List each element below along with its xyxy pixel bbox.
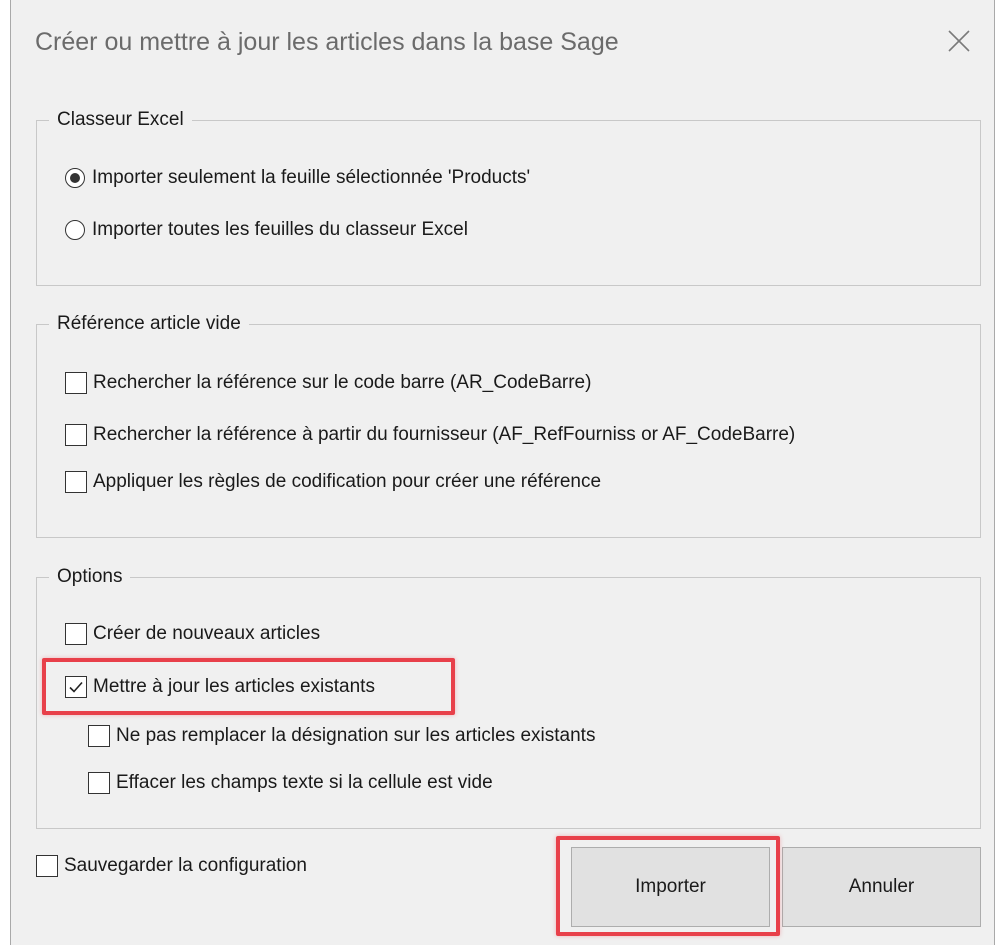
radio-option-feuille-selectionnee[interactable]: Importer seulement la feuille sélectionn… (65, 165, 530, 191)
radio-button-checked[interactable] (65, 168, 85, 188)
radio-option-toutes-feuilles[interactable]: Importer toutes les feuilles du classeur… (65, 217, 468, 243)
checkbox-unchecked[interactable] (65, 424, 87, 446)
radio-button-unchecked[interactable] (65, 220, 85, 240)
group-legend-classeur: Classeur Excel (49, 107, 192, 133)
checkbox-option-fournisseur[interactable]: Rechercher la référence à partir du four… (65, 422, 795, 448)
checkbox-option-creer-articles[interactable]: Créer de nouveaux articles (65, 621, 320, 647)
dialog-title: Créer ou mettre à jour les articles dans… (35, 28, 619, 56)
cancel-button[interactable]: Annuler (782, 847, 981, 927)
radio-label: Importer seulement la feuille sélectionn… (92, 167, 531, 188)
group-reference-article-vide: Référence article vide Rechercher la réf… (36, 311, 981, 538)
checkbox-option-effacer-champs[interactable]: Effacer les champs texte si la cellule e… (88, 770, 493, 796)
checkbox-checked[interactable] (65, 676, 87, 698)
group-options: Options Créer de nouveaux articles Mettr… (36, 564, 981, 829)
checkbox-label: Mettre à jour les articles existants (93, 676, 375, 697)
checkbox-option-mettre-a-jour[interactable]: Mettre à jour les articles existants (65, 674, 375, 700)
checkbox-label: Rechercher la référence à partir du four… (93, 424, 796, 445)
checkbox-unchecked[interactable] (65, 372, 87, 394)
checkbox-unchecked[interactable] (88, 725, 110, 747)
checkbox-label: Créer de nouveaux articles (93, 623, 321, 644)
checkbox-label: Rechercher la référence sur le code barr… (93, 372, 592, 393)
dialog-window: Créer ou mettre à jour les articles dans… (10, 0, 995, 945)
checkbox-unchecked[interactable] (36, 855, 58, 877)
group-classeur-excel: Classeur Excel Importer seulement la feu… (36, 107, 981, 286)
checkbox-label: Sauvegarder la configuration (64, 855, 307, 876)
group-legend-reference: Référence article vide (49, 311, 249, 337)
checkbox-option-regles-codification[interactable]: Appliquer les règles de codification pou… (65, 469, 601, 495)
checkbox-label: Appliquer les règles de codification pou… (93, 471, 602, 492)
checkbox-unchecked[interactable] (65, 623, 87, 645)
checkbox-option-ne-pas-remplacer[interactable]: Ne pas remplacer la désignation sur les … (88, 723, 595, 749)
import-button[interactable]: Importer (571, 847, 770, 927)
checkbox-unchecked[interactable] (88, 772, 110, 794)
close-icon[interactable] (946, 28, 972, 54)
checkbox-option-sauvegarder-config[interactable]: Sauvegarder la configuration (36, 853, 307, 879)
checkbox-label: Effacer les champs texte si la cellule e… (116, 772, 493, 793)
radio-label: Importer toutes les feuilles du classeur… (92, 219, 468, 240)
checkmark-icon (69, 681, 83, 693)
checkbox-unchecked[interactable] (65, 471, 87, 493)
checkbox-label: Ne pas remplacer la désignation sur les … (116, 725, 596, 746)
checkbox-option-code-barre[interactable]: Rechercher la référence sur le code barr… (65, 370, 591, 396)
group-legend-options: Options (49, 564, 131, 590)
